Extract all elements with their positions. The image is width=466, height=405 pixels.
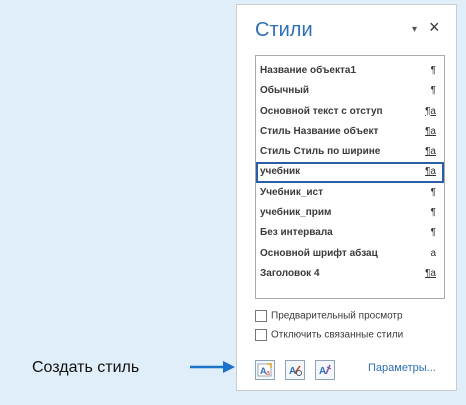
svg-text:a: a [266, 370, 270, 377]
callout-arrow [190, 361, 235, 373]
style-inspector-button[interactable]: A [285, 360, 305, 380]
style-item-name: учебник [260, 166, 301, 178]
linked-style-icon: ¶a [425, 267, 436, 279]
style-item-name: Стиль Стиль по ширине [260, 146, 381, 158]
style-item[interactable]: Стиль Стиль по ширине ¶a [256, 142, 444, 162]
style-item[interactable]: Без интервала ¶ [256, 223, 444, 243]
linked-style-icon: ¶a [425, 105, 436, 117]
manage-styles-button[interactable]: A [315, 360, 335, 380]
linked-style-icon: ¶a [425, 166, 436, 178]
style-item-name: Заголовок 4 [260, 267, 320, 279]
preview-label: Предварительный просмотр [271, 310, 403, 322]
style-item-name: Стиль Название объект [260, 125, 379, 137]
svg-text:A: A [289, 366, 296, 377]
disable-linked-label: Отключить связанные стили [271, 329, 404, 341]
style-item-name: Основной текст с отступ [260, 105, 383, 117]
style-item[interactable]: учебник_прим ¶ [256, 203, 444, 223]
style-item-name: Основной шрифт абзац [260, 247, 378, 259]
style-item[interactable]: Заголовок 4 ¶a [256, 264, 444, 284]
new-style-button[interactable]: A a [255, 360, 275, 380]
style-item[interactable]: Основной текст с отступ ¶a [256, 102, 444, 122]
style-item-name: Без интервала [260, 227, 333, 239]
character-style-icon: a [430, 247, 436, 259]
style-item[interactable]: Обычный ¶ [256, 81, 444, 101]
style-item[interactable]: учебник ¶a [256, 162, 444, 183]
pane-title: Стили [255, 19, 313, 41]
disable-linked-checkbox[interactable]: Отключить связанные стили [255, 329, 403, 341]
style-item[interactable]: Учебник_ист ¶ [256, 183, 444, 203]
preview-checkbox-box[interactable] [255, 310, 267, 322]
preview-checkbox[interactable]: Предварительный просмотр [255, 310, 403, 322]
styles-pane: Стили ▾ × Название объекта1 ¶ Обычный ¶ Осно… [236, 4, 457, 391]
linked-style-icon: ¶a [425, 125, 436, 137]
style-item[interactable]: Название объекта1 ¶ [256, 61, 444, 81]
style-item-name: учебник_прим [260, 207, 332, 219]
style-inspector-icon: A [289, 365, 302, 377]
paragraph-style-icon: ¶ [430, 186, 436, 198]
style-list: Название объекта1 ¶ Обычный ¶ Основной текст… [255, 55, 445, 299]
style-item[interactable]: Стиль Название объект ¶a [256, 122, 444, 142]
close-icon[interactable]: × [429, 17, 440, 38]
paragraph-style-icon: ¶ [430, 65, 436, 76]
paragraph-style-icon: ¶ [430, 207, 436, 219]
new-style-icon: A a [257, 363, 272, 377]
manage-styles-icon: A [319, 364, 332, 377]
paragraph-style-icon: ¶ [430, 227, 436, 239]
linked-style-icon: ¶a [425, 146, 436, 158]
params-link[interactable]: Параметры... [368, 362, 436, 374]
pane-menu-icon[interactable]: ▾ [412, 24, 417, 35]
style-item-name: Учебник_ист [260, 186, 323, 198]
style-item-name: Название объекта1 [260, 65, 357, 76]
disable-linked-checkbox-box[interactable] [255, 329, 267, 341]
svg-text:A: A [319, 366, 326, 377]
style-item-name: Обычный [260, 85, 310, 97]
new-style-callout-label: Создать стиль [32, 359, 140, 376]
style-item[interactable]: Основной шрифт абзац a [256, 244, 444, 264]
paragraph-style-icon: ¶ [430, 85, 436, 97]
